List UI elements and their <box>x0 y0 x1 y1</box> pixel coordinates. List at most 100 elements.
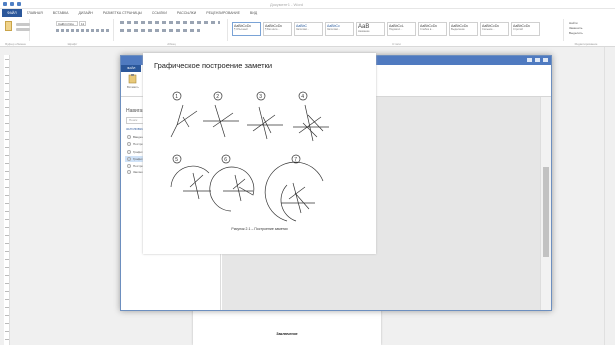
replace-button[interactable]: Заменить <box>569 26 582 30</box>
ruler-tick <box>5 179 9 180</box>
outer-tab-review[interactable]: РЕЦЕНЗИРОВАНИЕ <box>201 9 245 17</box>
step-number: 3 <box>259 94 262 100</box>
style-title[interactable]: AaB Название <box>356 22 385 36</box>
ruler-tick <box>5 243 9 244</box>
style-name: Строгий <box>513 28 523 31</box>
outer-title-bar: Документ1 - Word <box>0 0 615 9</box>
outer-tab-home[interactable]: ГЛАВНАЯ <box>22 9 48 17</box>
inner-paste-button[interactable]: Вставить <box>127 74 139 89</box>
styles-group-label: Стили <box>392 42 401 46</box>
copy-icon[interactable] <box>16 28 30 31</box>
outer-tab-view[interactable]: ВИД <box>245 9 262 17</box>
inner-document-page[interactable]: Графическое построение заметки 1 2 3 4 5… <box>143 53 376 254</box>
ruler-tick <box>5 67 9 68</box>
ruler-tick <box>5 235 9 236</box>
select-button[interactable]: Выделить <box>569 31 583 35</box>
step-number: 2 <box>216 94 219 100</box>
ruler-tick <box>5 75 9 76</box>
maximize-icon[interactable] <box>535 58 540 62</box>
outer-page-heading: Заключение <box>276 332 298 336</box>
step-number: 5 <box>175 157 178 163</box>
editing-group: Найти Заменить Выделить Редактирование <box>566 19 606 46</box>
style-name: Подзагол... <box>389 28 403 31</box>
style-name: Название <box>358 30 370 33</box>
style-emphasis[interactable]: AaBbCcDc Выделение <box>449 22 478 36</box>
ruler-tick <box>5 299 9 300</box>
font-format-buttons[interactable] <box>56 29 111 32</box>
ruler-tick <box>5 115 9 116</box>
outer-tab-insert[interactable]: ВСТАВКА <box>48 9 74 17</box>
bullet-icon <box>127 150 131 154</box>
style-name: Выделение <box>451 28 465 31</box>
style-name: Сильное... <box>482 28 495 31</box>
step-5-figure: 5 <box>170 154 211 200</box>
construction-drawing: 1 2 3 4 5 6 7 <box>170 91 329 222</box>
ruler-tick <box>5 267 9 268</box>
cut-icon[interactable] <box>16 23 30 26</box>
style-subtle-emphasis[interactable]: AaBbCcDc Слабое в... <box>418 22 447 36</box>
scroll-thumb[interactable] <box>543 167 549 257</box>
vertical-ruler <box>4 55 10 345</box>
style-strong[interactable]: AaBbCcDc Строгий <box>511 22 540 36</box>
outer-ribbon: Буфер обмена Calibri (Осн 11 Шрифт Абзац… <box>0 17 615 47</box>
ruler-tick <box>5 187 9 188</box>
ruler-tick <box>5 123 9 124</box>
paste-icon[interactable] <box>5 21 12 31</box>
clipboard-group-label: Буфер обмена <box>5 42 26 46</box>
ruler-tick <box>5 315 9 316</box>
ruler-tick <box>5 331 9 332</box>
font-size-select[interactable]: 11 <box>79 21 86 26</box>
step-4-figure: 4 <box>293 91 329 142</box>
style-normal[interactable]: AaBbCcDc ¶ Обычный <box>232 22 261 36</box>
font-group-label: Шрифт <box>67 42 78 46</box>
inner-tab-file[interactable]: ФАЙЛ <box>121 65 142 72</box>
ruler-tick <box>5 307 9 308</box>
outer-tab-references[interactable]: ССЫЛКИ <box>147 9 172 17</box>
style-heading1[interactable]: AaBbC Заголово... <box>294 22 323 36</box>
style-no-spacing[interactable]: AaBbCcDc ¶ Без инте... <box>263 22 292 36</box>
ruler-tick <box>5 99 9 100</box>
minimize-icon[interactable] <box>527 58 532 62</box>
step-7-figure: 7 <box>264 154 324 222</box>
style-heading2[interactable]: AaBbCc Заголово... <box>325 22 354 36</box>
bullet-icon <box>127 157 131 161</box>
style-name: Слабое в... <box>420 28 434 31</box>
outer-window-title: Документ1 - Word <box>270 2 304 7</box>
save-icon[interactable] <box>3 2 7 6</box>
find-button[interactable]: Найти <box>569 21 578 25</box>
paragraph-group: Абзац <box>116 19 228 46</box>
style-name: ¶ Без инте... <box>265 28 280 31</box>
ruler-tick <box>5 131 9 132</box>
outer-ribbon-tabs: ФАЙЛ ГЛАВНАЯ ВСТАВКА ДИЗАЙН РАЗМЕТКА СТР… <box>0 9 615 17</box>
step-number: 1 <box>175 94 178 100</box>
paragraph-buttons-row1[interactable] <box>120 21 220 24</box>
ruler-tick <box>5 59 9 60</box>
outer-tab-design[interactable]: ДИЗАЙН <box>74 9 98 17</box>
paste-icon <box>129 74 137 84</box>
inner-vertical-scrollbar[interactable] <box>540 97 551 310</box>
ruler-tick <box>5 275 9 276</box>
ruler-tick <box>5 147 9 148</box>
ruler-tick <box>5 195 9 196</box>
style-name: Заголово... <box>296 28 310 31</box>
ruler-tick <box>5 227 9 228</box>
bullet-icon <box>127 164 131 168</box>
ruler-tick <box>5 339 9 340</box>
undo-icon[interactable] <box>10 2 14 6</box>
style-subtitle[interactable]: AaBbCcL Подзагол... <box>387 22 416 36</box>
close-icon[interactable] <box>543 58 548 62</box>
font-group: Calibri (Осн 11 Шрифт <box>32 19 114 46</box>
step-6-figure: 6 <box>209 154 255 212</box>
font-name-select[interactable]: Calibri (Осн <box>56 21 78 26</box>
outer-tab-file[interactable]: ФАЙЛ <box>2 9 22 17</box>
styles-group: AaBbCcDc ¶ Обычный AaBbCcDc ¶ Без инте... … <box>230 19 564 46</box>
outer-vertical-scrollbar[interactable] <box>604 47 612 345</box>
outer-tab-mailings[interactable]: РАССЫЛКИ <box>172 9 201 17</box>
editing-group-label: Редактирование <box>574 42 598 46</box>
style-intense-emphasis[interactable]: AaBbCcDc Сильное... <box>480 22 509 36</box>
paragraph-buttons-row2[interactable] <box>120 29 200 32</box>
outer-tab-layout[interactable]: РАЗМЕТКА СТРАНИЦЫ <box>98 9 147 17</box>
redo-icon[interactable] <box>17 2 21 6</box>
paste-label: Вставить <box>127 85 139 89</box>
ruler-tick <box>5 283 9 284</box>
